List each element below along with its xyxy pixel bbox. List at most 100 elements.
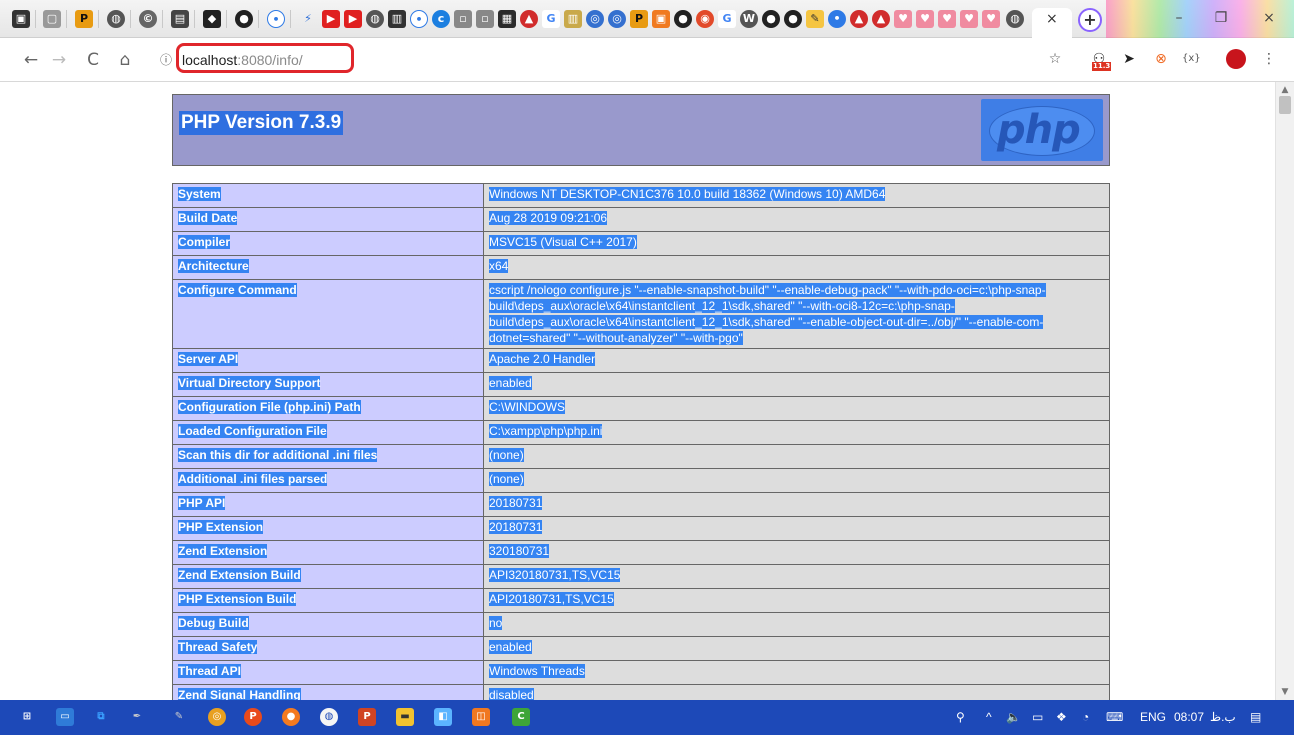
- tab-icon-lightning[interactable]: ⚡: [299, 10, 317, 28]
- maximize-button[interactable]: ❐: [1206, 6, 1236, 30]
- tab-icon-globe[interactable]: ◍: [366, 10, 384, 28]
- tab-icon-wordpress[interactable]: W: [740, 10, 758, 28]
- language-indicator[interactable]: ENG: [1140, 708, 1166, 726]
- tab-icon-globe[interactable]: ◍: [107, 10, 125, 28]
- tab-icon-app[interactable]: ▣: [12, 10, 30, 28]
- tab-icon-gray[interactable]: ▫: [476, 10, 494, 28]
- tab-icon-github[interactable]: ●: [762, 10, 780, 28]
- extension-braces-icon[interactable]: {x}: [1182, 50, 1201, 68]
- tab-icon-dark[interactable]: ▦: [498, 10, 516, 28]
- info-row: Zend Extension Build API320180731,TS,VC15: [172, 564, 1110, 589]
- extension-arrow-icon[interactable]: ➤: [1120, 50, 1138, 68]
- info-value-cell: 20180731: [483, 492, 1110, 517]
- taskbar-app-icon[interactable]: C: [512, 708, 530, 726]
- extension-orange-icon[interactable]: ⊗: [1152, 50, 1170, 68]
- taskbar-app-icon[interactable]: ◧: [434, 708, 452, 726]
- close-window-button[interactable]: ×: [1254, 6, 1284, 30]
- tab-icon-doc[interactable]: ▥: [388, 10, 406, 28]
- info-value-line: cscript /nologo configure.js "--enable-s…: [489, 283, 1046, 297]
- tab-icon-github[interactable]: ●: [674, 10, 692, 28]
- tab-icon-heart[interactable]: ♥: [894, 10, 912, 28]
- wifi-icon[interactable]: ◔: [1082, 708, 1089, 726]
- keyboard-icon[interactable]: ⌨: [1106, 708, 1123, 726]
- info-value: enabled: [489, 640, 532, 654]
- tab-icon-copyright[interactable]: ©: [139, 10, 157, 28]
- tab-icon-red-shield[interactable]: ▲: [850, 10, 868, 28]
- tab-close-icon[interactable]: ×: [1046, 10, 1058, 28]
- tab-icon-codepen[interactable]: ◆: [203, 10, 221, 28]
- tab-icon-orange[interactable]: ▣: [652, 10, 670, 28]
- taskbar-app-icon[interactable]: ✒: [128, 708, 146, 726]
- tab-icon-red-shield[interactable]: ▲: [520, 10, 538, 28]
- menu-icon[interactable]: ⋮: [1260, 50, 1278, 68]
- tab-icon-blue-circle[interactable]: •: [828, 10, 846, 28]
- tab-icon-chrome[interactable]: ◎: [586, 10, 604, 28]
- info-label-cell: Thread Safety: [172, 636, 484, 661]
- tab-icon-github[interactable]: ●: [784, 10, 802, 28]
- dropbox-icon[interactable]: ❖: [1056, 708, 1067, 726]
- back-button[interactable]: ←: [20, 49, 42, 71]
- forward-button[interactable]: →: [48, 49, 70, 71]
- powerpoint-icon[interactable]: P: [358, 708, 376, 726]
- bookmark-star-icon[interactable]: ☆: [1046, 50, 1064, 68]
- volume-icon[interactable]: 🔈: [1006, 708, 1021, 726]
- info-label: Configure Command: [178, 283, 297, 297]
- profile-avatar[interactable]: [1226, 49, 1246, 69]
- tab-icon-heart[interactable]: ♥: [960, 10, 978, 28]
- info-label: Compiler: [178, 235, 231, 249]
- taskbar-app-icon[interactable]: P: [244, 708, 262, 726]
- tab-icon-doc[interactable]: ▤: [171, 10, 189, 28]
- tray-chevron-icon[interactable]: ^: [986, 708, 992, 726]
- notification-icon[interactable]: ▤: [1250, 708, 1261, 726]
- file-explorer-icon[interactable]: ▬: [396, 708, 414, 726]
- tab-icon-square[interactable]: ▢: [43, 10, 61, 28]
- clock-time[interactable]: 08:07: [1174, 708, 1204, 726]
- people-icon[interactable]: ⚲: [956, 708, 965, 726]
- chrome-icon[interactable]: ◎: [208, 708, 226, 726]
- tab-icon-speaker[interactable]: ◉: [696, 10, 714, 28]
- taskbar-app-icon[interactable]: ◫: [472, 708, 490, 726]
- start-icon[interactable]: ⊞: [18, 708, 36, 726]
- info-value: API320180731,TS,VC15: [489, 568, 621, 582]
- scroll-down-icon[interactable]: ▼: [1276, 686, 1294, 698]
- tab-icon-github[interactable]: ●: [235, 10, 253, 28]
- vscode-icon[interactable]: ⧉: [92, 708, 110, 726]
- tab-icon-yellow[interactable]: ✎: [806, 10, 824, 28]
- tab-icon-c[interactable]: c: [432, 10, 450, 28]
- home-button[interactable]: ⌂: [114, 49, 136, 71]
- tab-icon-google[interactable]: G: [542, 10, 560, 28]
- tab-icon-gray[interactable]: ▫: [454, 10, 472, 28]
- tab-icon-globe[interactable]: ◍: [1006, 10, 1024, 28]
- tab-icon-chrome[interactable]: ◎: [608, 10, 626, 28]
- minimize-button[interactable]: –: [1164, 6, 1194, 30]
- tab-icon-youtube[interactable]: ▶: [344, 10, 362, 28]
- scroll-up-icon[interactable]: ▲: [1276, 84, 1294, 96]
- battery-icon[interactable]: ▭: [1032, 708, 1043, 726]
- reload-button[interactable]: C: [82, 49, 104, 71]
- tab-separator: [35, 10, 36, 28]
- new-tab-button[interactable]: +: [1078, 8, 1102, 32]
- tab-icon-blue-circle[interactable]: •: [410, 10, 428, 28]
- clock-period[interactable]: ب.ظ: [1210, 708, 1236, 726]
- taskbar-app-icon[interactable]: ◍: [320, 708, 338, 726]
- tab-icon-red-shield[interactable]: ▲: [872, 10, 890, 28]
- vertical-scrollbar[interactable]: ▲ ▼: [1275, 82, 1294, 700]
- info-value: C:\xampp\php\php.ini: [489, 424, 603, 438]
- tab-icon-blue-circle[interactable]: •: [267, 10, 285, 28]
- tab-icon-heart[interactable]: ♥: [916, 10, 934, 28]
- tab-icon-google[interactable]: G: [718, 10, 736, 28]
- tab-icon-heart[interactable]: ♥: [982, 10, 1000, 28]
- info-label-cell: Zend Signal Handling: [172, 684, 484, 700]
- tab-icon-youtube[interactable]: ▶: [322, 10, 340, 28]
- scrollbar-thumb[interactable]: [1279, 96, 1291, 114]
- firefox-icon[interactable]: ●: [282, 708, 300, 726]
- taskbar-app-icon[interactable]: ✎: [170, 708, 188, 726]
- tab-icon-building[interactable]: ▥: [564, 10, 582, 28]
- site-info-icon[interactable]: ⓘ: [160, 51, 172, 69]
- info-value: 20180731: [489, 496, 543, 510]
- tab-icon-heart[interactable]: ♥: [938, 10, 956, 28]
- taskbar-app-icon[interactable]: ▭: [56, 708, 74, 726]
- tab-icon-p[interactable]: P: [75, 10, 93, 28]
- tab-icon-p[interactable]: P: [630, 10, 648, 28]
- info-label-cell: Thread API: [172, 660, 484, 685]
